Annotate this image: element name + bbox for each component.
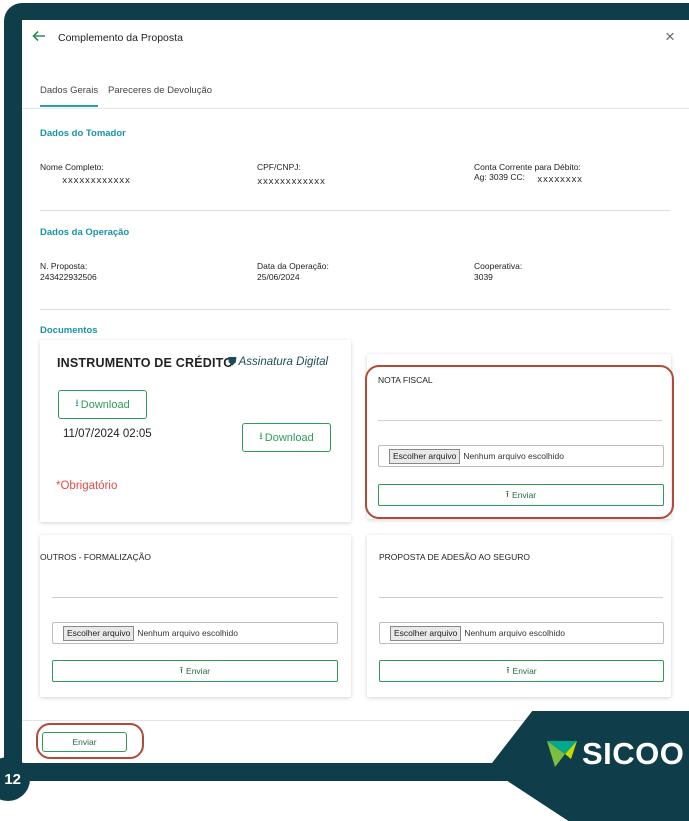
- data-operacao-label: Data da Operação:: [257, 261, 329, 271]
- instrumento-credito-card: INSTRUMENTO DE CRÉDITO ⛊ Assinatura Digit…: [40, 340, 351, 522]
- download-icon: ⭳: [259, 431, 263, 442]
- seguro-card: PROPOSTA DE ADESÃO AO SEGURO Escolher ar…: [367, 535, 671, 697]
- seguro-send-button[interactable]: ⭱ Enviar: [379, 660, 664, 682]
- download-icon: ⭳: [75, 398, 79, 409]
- section-title-documentos: Documentos: [40, 325, 98, 336]
- highlight-annotation: [36, 723, 144, 759]
- download-button-2[interactable]: ⭳ Download: [242, 423, 331, 452]
- cooperativa-label: Cooperativa:: [474, 261, 523, 271]
- sicoob-logo: SICOO: [545, 736, 684, 772]
- close-icon[interactable]: ×: [665, 27, 675, 47]
- sicoob-logo-icon: [547, 741, 577, 767]
- nome-label: Nome Completo:: [40, 162, 104, 172]
- tab-bar: Dados Gerais Pareceres de Devolução: [22, 75, 689, 109]
- outros-formalizacao-card: OUTROS - FORMALIZAÇÃO Escolher arquivo N…: [40, 535, 351, 697]
- brand-name: SICOO: [582, 736, 685, 771]
- dialog-title: Complemento da Proposta: [58, 32, 183, 44]
- download-date: 11/07/2024 02:05: [63, 428, 152, 440]
- upload-icon: ⭱: [506, 665, 510, 675]
- download-button[interactable]: ⭳ Download: [58, 390, 147, 419]
- data-operacao-value: 25/06/2024: [257, 272, 300, 282]
- outros-file-input[interactable]: Escolher arquivo Nenhum arquivo escolhid…: [52, 622, 338, 644]
- required-label: *Obrigatório: [56, 480, 118, 492]
- tab-dados-gerais[interactable]: Dados Gerais: [40, 85, 99, 107]
- shield-icon: ⛊: [228, 356, 237, 368]
- assinatura-digital-label: ⛊ Assinatura Digital: [228, 356, 329, 368]
- conta-label: Conta Corrente para Débito:: [474, 162, 581, 172]
- divider: [379, 597, 663, 598]
- proposal-dialog: Complemento da Proposta × Dados Gerais P…: [22, 20, 689, 763]
- file-status: Nenhum arquivo escolhido: [137, 628, 238, 638]
- outros-send-button[interactable]: ⭱ Enviar: [52, 660, 338, 682]
- divider: [52, 597, 338, 598]
- cpf-label: CPF/CNPJ:: [257, 162, 301, 172]
- upload-icon: ⭱: [179, 665, 184, 675]
- proposta-label: N. Proposta:: [40, 261, 88, 271]
- divider: [40, 210, 670, 211]
- tab-pareceres-devolucao[interactable]: Pareceres de Devolução: [108, 85, 212, 96]
- arrow-left-icon[interactable]: [32, 29, 48, 47]
- proposta-value: 243422932506: [40, 272, 97, 282]
- cpf-value: xxxxxxxxxxxx: [257, 177, 326, 187]
- choose-file-button[interactable]: Escolher arquivo: [63, 625, 135, 641]
- section-title-tomador: Dados do Tomador: [40, 128, 126, 139]
- choose-file-button[interactable]: Escolher arquivo: [390, 625, 462, 641]
- divider: [40, 309, 670, 310]
- cooperativa-value: 3039: [474, 272, 493, 282]
- seguro-title: PROPOSTA DE ADESÃO AO SEGURO: [379, 552, 530, 562]
- seguro-file-input[interactable]: Escolher arquivo Nenhum arquivo escolhid…: [379, 622, 664, 644]
- file-status: Nenhum arquivo escolhido: [464, 628, 565, 638]
- nome-value: xxxxxxxxxxxx: [62, 176, 131, 186]
- section-title-operacao: Dados da Operação: [40, 227, 130, 238]
- instrumento-credito-title: INSTRUMENTO DE CRÉDITO: [57, 356, 234, 370]
- conta-value: xxxxxxxx: [537, 175, 583, 185]
- conta-prefix: Ag: 3039 CC:: [474, 172, 526, 182]
- dialog-header: Complemento da Proposta ×: [22, 20, 689, 58]
- highlight-annotation: [365, 365, 674, 519]
- outros-formalizacao-title: OUTROS - FORMALIZAÇÃO: [40, 552, 151, 562]
